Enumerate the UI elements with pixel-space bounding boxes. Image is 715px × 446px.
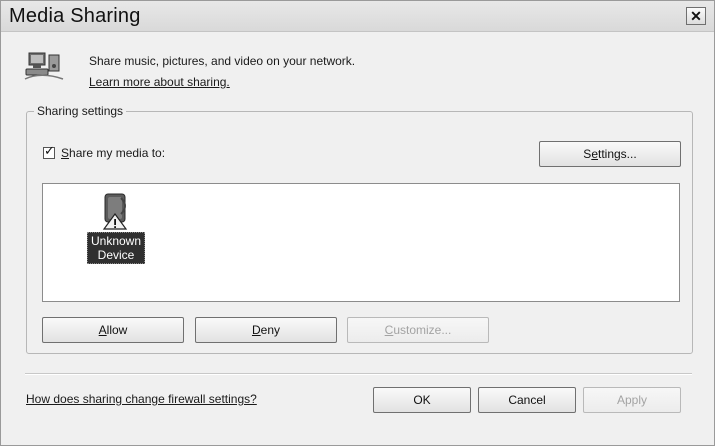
share-media-label: Share my media to: [61, 146, 166, 160]
window-title: Media Sharing [9, 5, 141, 27]
unknown-device-warning-icon [102, 193, 128, 230]
deny-button[interactable]: Deny [195, 317, 337, 343]
learn-more-link[interactable]: Learn more about sharing. [89, 75, 230, 89]
settings-button[interactable]: Se ttings... [539, 141, 681, 167]
media-sharing-dialog: Media Sharing ✕ Share music, pictures, a… [0, 0, 715, 446]
share-media-checkbox-row[interactable]: ✓ Share my media to: [43, 143, 166, 160]
close-button[interactable]: ✕ [686, 7, 706, 25]
close-icon: ✕ [690, 8, 702, 24]
title-bar: Media Sharing ✕ [1, 1, 714, 32]
device-label: Unknown Device [86, 232, 146, 264]
share-media-checkbox[interactable]: ✓ [43, 143, 55, 159]
customize-button[interactable]: Customize... [347, 317, 489, 343]
cancel-button[interactable]: Cancel [478, 387, 576, 413]
ok-button[interactable]: OK [373, 387, 471, 413]
media-sharing-icon [24, 52, 64, 80]
apply-button[interactable]: Apply [583, 387, 681, 413]
sharing-settings-label: Sharing settings [34, 104, 127, 118]
firewall-settings-link[interactable]: How does sharing change firewall setting… [26, 392, 257, 406]
allow-button[interactable]: Allow [42, 317, 184, 343]
device-list[interactable]: Unknown Device [42, 183, 680, 302]
device-item-unknown[interactable]: Unknown Device [85, 192, 147, 264]
footer-divider [25, 373, 692, 375]
checkmark-icon: ✓ [44, 143, 55, 158]
header-description: Share music, pictures, and video on your… [89, 54, 356, 68]
